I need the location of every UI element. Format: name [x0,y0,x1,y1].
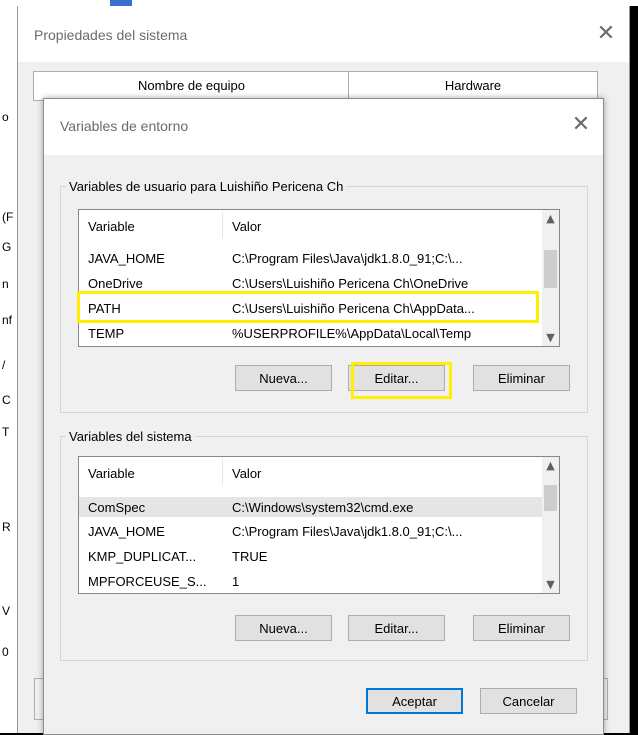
row-value: C:\Program Files\Java\jdk1.8.0_91;C:\... [232,251,463,266]
row-variable: KMP_DUPLICAT... [88,549,197,564]
chevron-up-icon[interactable]: ▲ [542,210,559,227]
system-variables-list[interactable]: Variable Valor ComSpec C:\Windows\system… [78,456,560,594]
vertical-scrollbar[interactable]: ▲ ▼ [542,210,559,346]
column-variable[interactable]: Variable [88,466,135,481]
chevron-down-icon[interactable]: ▼ [542,329,559,346]
column-value[interactable]: Valor [232,466,261,481]
row-value: C:\Users\Luishiño Pericena Ch\OneDrive [232,276,469,291]
system-delete-button[interactable]: Eliminar [473,615,570,641]
environment-variables-dialog: Variables de entorno ✕ Variables de usua… [43,98,604,735]
edit-button-highlight [351,362,452,399]
list-header: Variable Valor [79,210,542,240]
user-variables-list[interactable]: Variable Valor JAVA_HOME C:\Program File… [78,209,560,347]
background-fragment: C [2,393,11,407]
background-fragment: T [2,425,10,439]
row-variable: JAVA_HOME [88,524,165,539]
row-variable: JAVA_HOME [88,251,165,266]
user-delete-button[interactable]: Eliminar [473,365,570,391]
row-variable: TEMP [88,326,125,341]
path-row-highlight [77,291,539,323]
row-value: C:\Windows\system32\cmd.exe [232,500,414,515]
system-variables-legend: Variables del sistema [69,429,192,444]
table-row[interactable]: TEMP %USERPROFILE%\AppData\Local\Temp [79,323,542,343]
row-variable: MPFORCEUSE_S... [88,574,207,589]
background-fragment: V [2,604,11,618]
tab-hardware[interactable]: Hardware [348,71,598,101]
scrollbar-thumb[interactable] [544,485,557,511]
background-fragment: R [2,520,11,534]
chevron-up-icon[interactable]: ▲ [542,457,559,474]
close-icon[interactable]: ✕ [593,21,619,47]
table-row[interactable]: KMP_DUPLICAT... TRUE [79,546,542,566]
scrollbar-thumb[interactable] [544,250,557,288]
background-fragment: 0 [2,645,9,659]
tab-computer-name[interactable]: Nombre de equipo [33,71,350,101]
close-icon[interactable]: ✕ [568,112,594,138]
table-row[interactable]: MPFORCEUSE_S... 1 [79,571,542,591]
column-variable[interactable]: Variable [88,219,135,234]
background-fragment: o [2,110,9,124]
background-fragment: / [2,358,6,372]
column-value[interactable]: Valor [232,219,261,234]
row-value: %USERPROFILE%\AppData\Local\Temp [232,326,472,341]
row-variable: OneDrive [88,276,143,291]
environment-variables-titlebar: Variables de entorno ✕ [44,99,603,155]
row-value: TRUE [232,549,268,564]
user-new-button[interactable]: Nueva... [235,365,332,391]
background-fragment: n [2,277,9,291]
table-row[interactable]: JAVA_HOME C:\Program Files\Java\jdk1.8.0… [79,248,542,268]
system-properties-titlebar: Propiedades del sistema ✕ [18,6,629,62]
list-header: Variable Valor [79,457,542,487]
row-value: 1 [232,574,240,589]
user-variables-legend: Variables de usuario para Luishiño Peric… [69,179,344,194]
dialog-title: Variables de entorno [60,118,189,134]
background-fragment: G [2,240,12,254]
cancel-button[interactable]: Cancelar [480,688,577,714]
chevron-down-icon[interactable]: ▼ [542,576,559,593]
system-properties-title: Propiedades del sistema [34,27,188,43]
row-variable: ComSpec [88,500,146,515]
background-window: o (F G n nf / C T R V 0 [0,0,17,733]
table-row[interactable]: OneDrive C:\Users\Luishiño Pericena Ch\O… [79,273,542,293]
system-edit-button[interactable]: Editar... [348,615,445,641]
vertical-scrollbar[interactable]: ▲ ▼ [542,457,559,593]
row-value: C:\Program Files\Java\jdk1.8.0_91;C:\... [232,524,463,539]
system-new-button[interactable]: Nueva... [235,615,332,641]
column-separator [222,459,223,485]
column-separator [222,212,223,238]
background-fragment: nf [2,313,13,327]
ok-button[interactable]: Aceptar [366,688,463,714]
background-fragment: (F [2,210,14,224]
table-row-selected[interactable]: ComSpec C:\Windows\system32\cmd.exe [79,497,542,517]
table-row[interactable]: JAVA_HOME C:\Program Files\Java\jdk1.8.0… [79,521,542,541]
